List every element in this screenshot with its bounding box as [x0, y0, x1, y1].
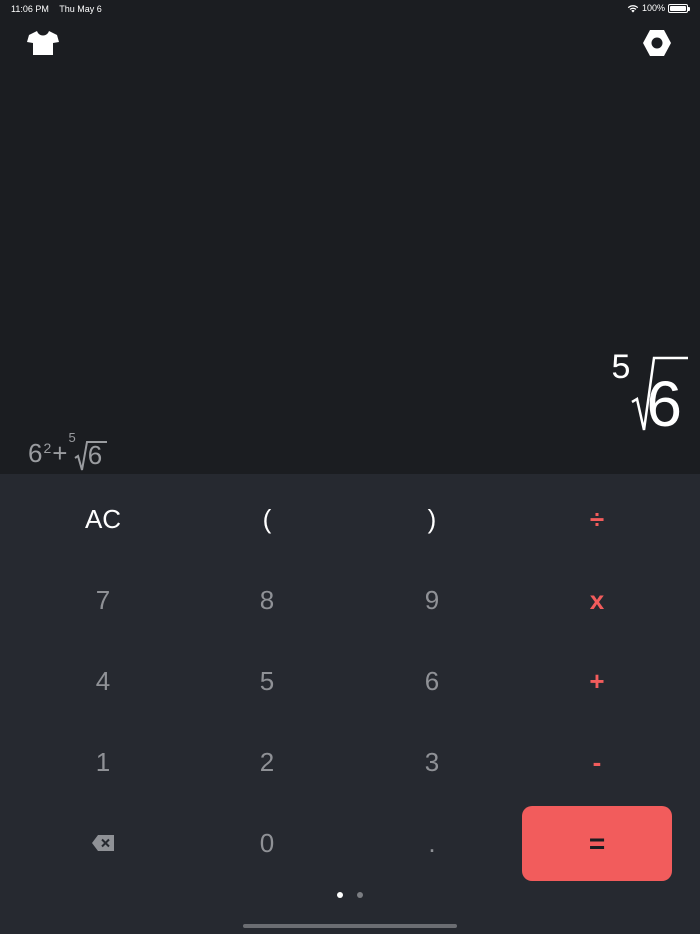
key-3[interactable]: 3: [357, 726, 507, 798]
key-multiply[interactable]: x: [522, 564, 672, 636]
result-radicand: 6: [646, 368, 682, 440]
keypad: AC ( ) ÷ 7 8 9 x 4 5 6 + 1 2 3 - 0 . =: [0, 474, 700, 934]
key-backspace[interactable]: [28, 807, 178, 879]
page-dot-1[interactable]: [337, 892, 343, 898]
page-dot-2[interactable]: [357, 892, 363, 898]
key-6[interactable]: 6: [357, 645, 507, 717]
key-5[interactable]: 5: [192, 645, 342, 717]
display: 5 6 6 2 + 5 6: [0, 60, 700, 474]
battery-percent: 100%: [641, 3, 665, 13]
key-divide[interactable]: ÷: [522, 483, 672, 555]
key-2[interactable]: 2: [192, 726, 342, 798]
backspace-icon: [92, 835, 114, 851]
status-date: Thu May 6: [59, 4, 102, 14]
key-open-paren[interactable]: (: [192, 483, 342, 555]
expression: 6 2 + 5 6: [28, 430, 107, 472]
status-bar: 11:06 PM Thu May 6 100%: [0, 0, 700, 18]
key-minus[interactable]: -: [522, 726, 672, 798]
result: 5 6: [611, 348, 689, 440]
key-close-paren[interactable]: ): [357, 483, 507, 555]
expression-operator: +: [52, 438, 68, 468]
hexagon-settings-icon: [643, 30, 671, 56]
key-ac[interactable]: AC: [28, 483, 178, 555]
key-decimal[interactable]: .: [357, 807, 507, 879]
home-indicator[interactable]: [243, 924, 457, 928]
expression-exponent: 2: [43, 440, 52, 456]
battery-icon: [668, 3, 690, 13]
key-plus[interactable]: +: [522, 645, 672, 717]
key-7[interactable]: 7: [28, 564, 178, 636]
page-indicator[interactable]: [0, 892, 700, 898]
key-1[interactable]: 1: [28, 726, 178, 798]
key-equals[interactable]: =: [522, 806, 672, 881]
key-8[interactable]: 8: [192, 564, 342, 636]
status-left: 11:06 PM Thu May 6: [11, 4, 110, 14]
key-4[interactable]: 4: [28, 645, 178, 717]
tshirt-icon: [27, 31, 59, 55]
status-time: 11:06 PM: [11, 4, 49, 14]
expression-base: 6: [28, 438, 43, 468]
key-0[interactable]: 0: [192, 807, 342, 879]
status-right: 100%: [627, 3, 690, 13]
result-root-index: 5: [611, 348, 631, 386]
key-9[interactable]: 9: [357, 564, 507, 636]
wifi-icon: [627, 4, 639, 12]
expression-radical: 6: [74, 438, 107, 472]
expression-radicand: 6: [87, 440, 103, 470]
settings-button[interactable]: [640, 26, 674, 60]
theme-button[interactable]: [26, 26, 60, 60]
